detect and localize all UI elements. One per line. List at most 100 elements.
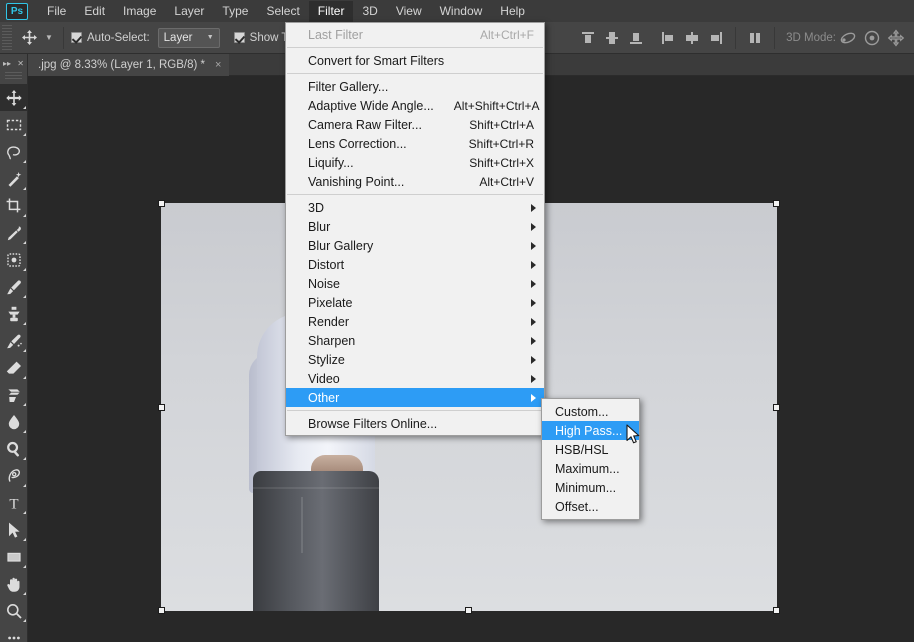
menu-item-label: Blur — [308, 219, 331, 234]
menubar-item-type[interactable]: Type — [213, 1, 257, 22]
align-left-edges-icon[interactable] — [656, 26, 680, 50]
pan-3d-icon[interactable] — [884, 26, 908, 50]
spot-healing-brush-tool-icon[interactable] — [0, 246, 28, 273]
tool-flyout-corner — [23, 322, 26, 325]
menubar-item-window[interactable]: Window — [431, 1, 492, 22]
filter-menu[interactable]: Last Filter Alt+Ctrl+F Convert for Smart F… — [285, 22, 545, 436]
menubar-item-select[interactable]: Select — [257, 1, 308, 22]
transform-handle-bottom-left[interactable] — [158, 607, 165, 614]
transform-handle-top-left[interactable] — [158, 200, 165, 207]
brush-tool-icon[interactable] — [0, 273, 28, 300]
submenu-item-custom[interactable]: Custom... — [542, 402, 639, 421]
filter-menu-item-stylize[interactable]: Stylize — [286, 350, 544, 369]
filter-menu-item-other[interactable]: Other — [286, 388, 544, 407]
menu-item-label: Noise — [308, 276, 340, 291]
dodge-tool-icon[interactable] — [0, 435, 28, 462]
transform-handle-middle-left[interactable] — [158, 404, 165, 411]
filter-menu-item-distort[interactable]: Distort — [286, 255, 544, 274]
layer-scope-select[interactable]: Layer ▼ — [157, 27, 220, 48]
tool-flyout-corner — [23, 214, 26, 217]
distribute-icon[interactable] — [743, 26, 767, 50]
transform-handle-middle-right[interactable] — [773, 404, 780, 411]
menu-item-label: 3D — [308, 200, 324, 215]
edit-toolbar-tool-icon[interactable] — [0, 624, 28, 642]
menu-separator — [287, 410, 543, 411]
menubar-item-filter[interactable]: Filter — [308, 0, 354, 22]
filter-menu-item-render[interactable]: Render — [286, 312, 544, 331]
show-transform-checkbox[interactable] — [233, 32, 245, 43]
transform-handle-bottom-center[interactable] — [465, 607, 472, 614]
filter-menu-item-blur[interactable]: Blur — [286, 217, 544, 236]
close-panel-icon[interactable]: ✕ — [17, 59, 24, 68]
menubar-item-file[interactable]: File — [38, 1, 75, 22]
submenu-item-minimum[interactable]: Minimum... — [542, 478, 639, 497]
menu-item-label: HSB/HSL — [555, 442, 609, 457]
align-right-edges-icon[interactable] — [704, 26, 728, 50]
blur-tool-icon[interactable] — [0, 408, 28, 435]
rectangular-marquee-tool-icon[interactable] — [0, 111, 28, 138]
auto-select-label: Auto-Select: — [87, 31, 150, 44]
filter-menu-item-camera-raw-filter[interactable]: Camera Raw Filter... Shift+Ctrl+A — [286, 115, 544, 134]
type-tool-icon[interactable]: T — [0, 489, 28, 516]
roll-3d-icon[interactable] — [860, 26, 884, 50]
filter-menu-item-filter-gallery[interactable]: Filter Gallery... — [286, 77, 544, 96]
align-vertical-centers-icon[interactable] — [600, 26, 624, 50]
orbit-3d-icon[interactable] — [836, 26, 860, 50]
filter-menu-item-3d[interactable]: 3D — [286, 198, 544, 217]
filter-menu-item-video[interactable]: Video — [286, 369, 544, 388]
filter-menu-item-vanishing-point[interactable]: Vanishing Point... Alt+Ctrl+V — [286, 172, 544, 191]
menu-separator — [287, 47, 543, 48]
submenu-arrow-icon — [531, 374, 536, 383]
menubar-item-help[interactable]: Help — [491, 1, 534, 22]
auto-select-checkbox[interactable] — [71, 32, 82, 43]
submenu-item-hsb-hsl[interactable]: HSB/HSL — [542, 440, 639, 459]
align-horizontal-centers-icon[interactable] — [680, 26, 704, 50]
move-tool-preset-chevron[interactable]: ▼ — [42, 26, 56, 50]
filter-menu-item-sharpen[interactable]: Sharpen — [286, 331, 544, 350]
filter-menu-item-lens-correction[interactable]: Lens Correction... Shift+Ctrl+R — [286, 134, 544, 153]
menubar-item-layer[interactable]: Layer — [165, 1, 213, 22]
filter-menu-item-adaptive-wide-angle[interactable]: Adaptive Wide Angle... Alt+Shift+Ctrl+A — [286, 96, 544, 115]
submenu-item-maximum[interactable]: Maximum... — [542, 459, 639, 478]
align-top-edges-icon[interactable] — [576, 26, 600, 50]
menubar-item-image[interactable]: Image — [114, 1, 165, 22]
menubar-item-edit[interactable]: Edit — [75, 1, 114, 22]
filter-menu-item-liquify[interactable]: Liquify... Shift+Ctrl+X — [286, 153, 544, 172]
path-selection-tool-icon[interactable] — [0, 516, 28, 543]
crop-tool-icon[interactable] — [0, 192, 28, 219]
filter-menu-item-blur-gallery[interactable]: Blur Gallery — [286, 236, 544, 255]
mode-3d-label: 3D Mode: — [786, 31, 836, 44]
history-brush-tool-icon[interactable] — [0, 327, 28, 354]
rectangle-tool-icon[interactable] — [0, 543, 28, 570]
filter-other-submenu[interactable]: Custom... High Pass... HSB/HSL Maximum... Mi… — [541, 398, 640, 520]
eraser-tool-icon[interactable] — [0, 354, 28, 381]
align-bottom-edges-icon[interactable] — [624, 26, 648, 50]
lasso-tool-icon[interactable] — [0, 138, 28, 165]
magic-wand-tool-icon[interactable] — [0, 165, 28, 192]
zoom-tool-icon[interactable] — [0, 597, 28, 624]
filter-menu-item-convert-for-smart-filters[interactable]: Convert for Smart Filters — [286, 51, 544, 70]
options-bar-grip[interactable] — [2, 24, 12, 51]
move-tool-icon[interactable] — [16, 25, 42, 50]
menu-item-shortcut: Shift+Ctrl+X — [469, 155, 534, 170]
eyedropper-tool-icon[interactable] — [0, 219, 28, 246]
move-tool-icon[interactable] — [0, 84, 28, 111]
tools-panel-grip[interactable] — [5, 72, 22, 81]
filter-menu-item-noise[interactable]: Noise — [286, 274, 544, 293]
submenu-item-offset[interactable]: Offset... — [542, 497, 639, 516]
pen-tool-icon[interactable] — [0, 462, 28, 489]
clone-stamp-tool-icon[interactable] — [0, 300, 28, 327]
gradient-tool-icon[interactable] — [0, 381, 28, 408]
tool-flyout-corner — [23, 565, 26, 568]
submenu-item-high-pass[interactable]: High Pass... — [542, 421, 639, 440]
filter-menu-item-browse-filters-online[interactable]: Browse Filters Online... — [286, 414, 544, 433]
transform-handle-top-right[interactable] — [773, 200, 780, 207]
transform-handle-bottom-right[interactable] — [773, 607, 780, 614]
close-icon[interactable]: × — [215, 59, 221, 71]
menubar-item-view[interactable]: View — [387, 1, 431, 22]
menubar-item-3d[interactable]: 3D — [353, 1, 386, 22]
document-tab[interactable]: .jpg @ 8.33% (Layer 1, RGB/8) * × — [28, 54, 230, 76]
filter-menu-item-pixelate[interactable]: Pixelate — [286, 293, 544, 312]
hand-tool-icon[interactable] — [0, 570, 28, 597]
collapse-panel-icon[interactable]: ▸▸ — [3, 59, 11, 68]
